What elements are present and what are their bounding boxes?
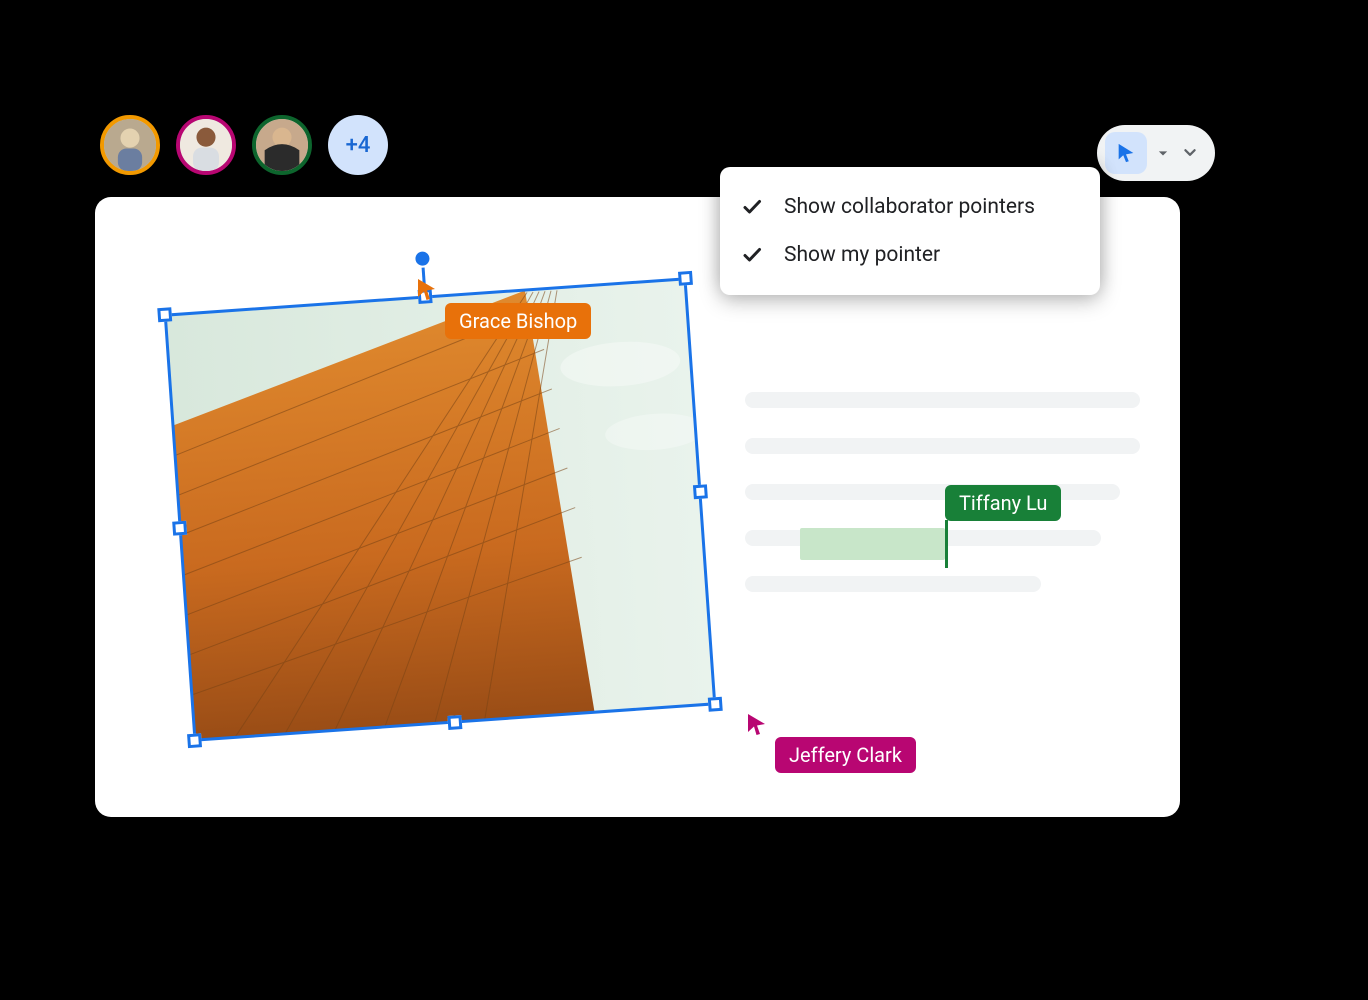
text-selection-tiffany [800,528,945,560]
building-image [166,279,714,739]
menu-item-show-collaborator-pointers[interactable]: Show collaborator pointers [740,183,1072,231]
chevron-down-icon[interactable] [1179,142,1201,164]
resize-handle-bl[interactable] [187,733,202,748]
text-line [745,438,1140,454]
text-line [745,484,1120,500]
document-canvas: Show collaborator pointers Show my point… [95,197,1180,817]
collaborator-label-tiffany: Tiffany Lu [945,485,1061,521]
avatar-1[interactable] [100,115,160,175]
pointer-tool [1097,125,1215,181]
avatar-2[interactable] [176,115,236,175]
collaborator-label-jeffery: Jeffery Clark [775,737,916,773]
check-icon [740,195,764,219]
avatar-overflow-count[interactable]: +4 [328,115,388,175]
check-icon [740,243,764,267]
text-cursor-tiffany [945,520,948,568]
caret-down-icon[interactable] [1153,143,1173,163]
text-line [745,392,1140,408]
avatar-3[interactable] [252,115,312,175]
cursor-button[interactable] [1105,132,1147,174]
resize-handle-tr[interactable] [678,271,693,286]
document-body-text: Tiffany Lu [745,392,1140,622]
selected-image-object[interactable] [166,279,714,739]
resize-handle-ml[interactable] [172,520,187,535]
collaborator-label-grace: Grace Bishop [445,303,591,339]
rotation-handle[interactable] [415,251,430,266]
cursor-icon [1115,142,1137,164]
collaborator-pointer-grace [415,277,439,301]
resize-handle-tl[interactable] [157,307,172,322]
text-line [745,576,1041,592]
resize-handle-mr[interactable] [693,484,708,499]
collaborator-avatars: +4 [100,115,1205,175]
menu-item-show-my-pointer[interactable]: Show my pointer [740,231,1072,279]
menu-item-label: Show collaborator pointers [784,195,1035,219]
menu-item-label: Show my pointer [784,243,940,267]
collaborator-pointer-jeffery [745,712,769,736]
resize-handle-br[interactable] [708,697,723,712]
resize-handle-bm[interactable] [447,715,462,730]
pointer-visibility-menu: Show collaborator pointers Show my point… [720,167,1100,295]
